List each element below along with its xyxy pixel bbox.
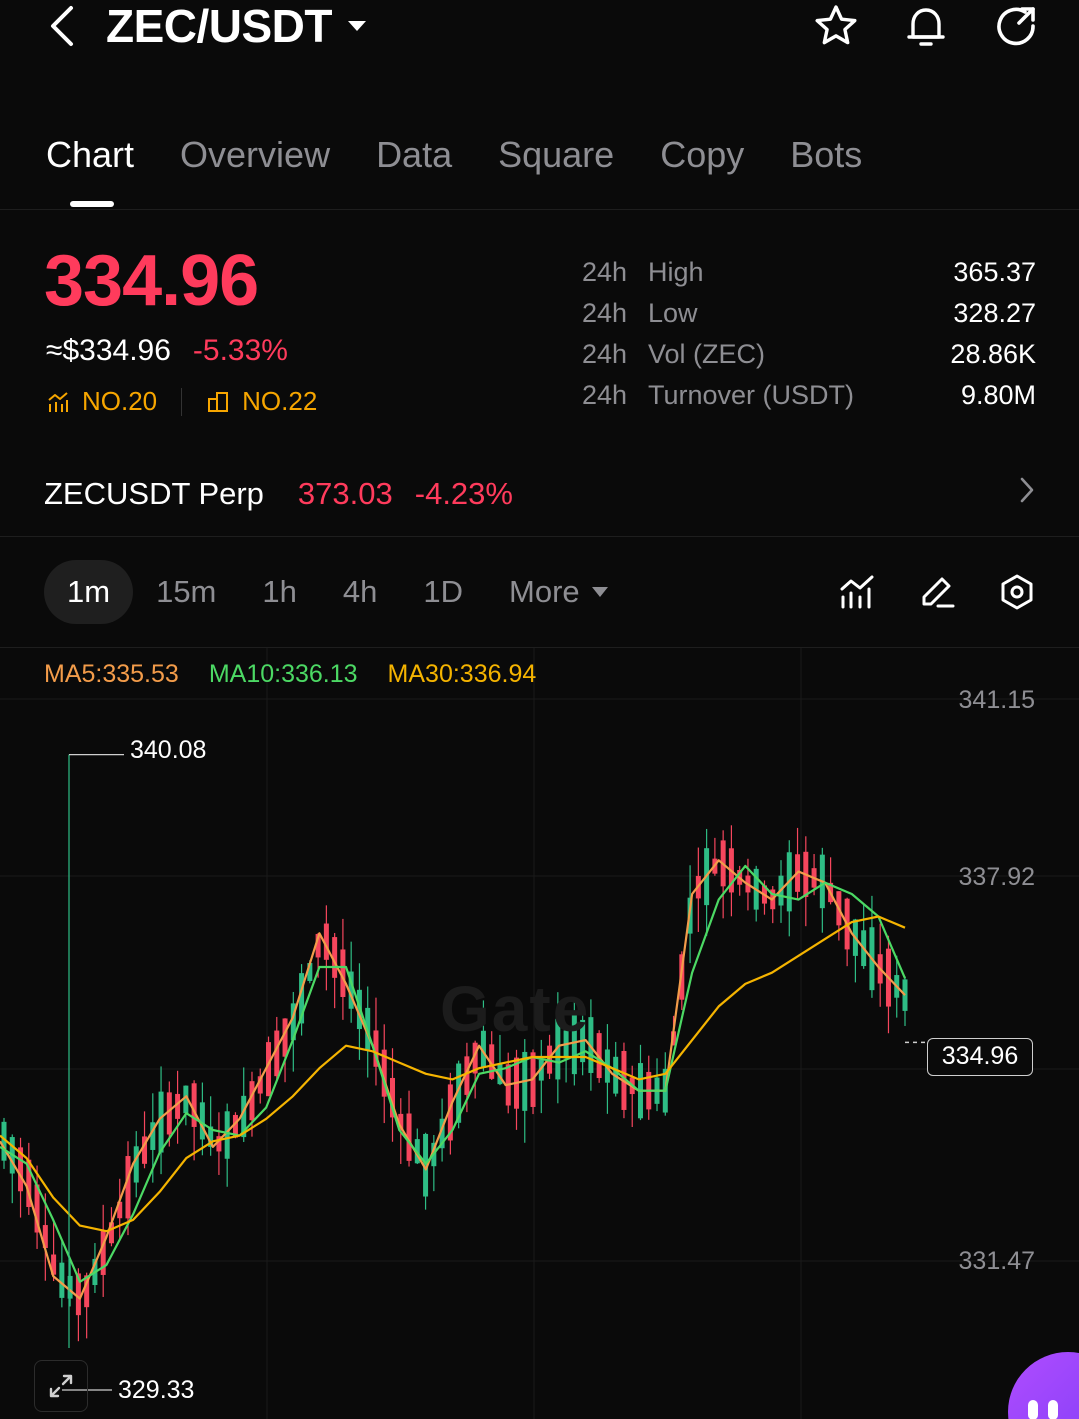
bot-eye-icon xyxy=(1048,1400,1058,1419)
stat-label: Low xyxy=(648,298,698,328)
ma30-value: MA30:336.94 xyxy=(387,660,537,688)
stat-label: Vol (ZEC) xyxy=(648,339,766,369)
share-icon[interactable] xyxy=(993,3,1039,49)
perp-name: ZECUSDT Perp xyxy=(44,476,264,511)
caret-down-icon xyxy=(348,21,366,31)
stat-value: 9.80M xyxy=(960,380,1036,410)
gain-rank[interactable]: NO.20 xyxy=(46,386,157,417)
stat-value: 28.86K xyxy=(950,339,1036,369)
stat-value: 328.27 xyxy=(953,298,1036,328)
y-axis-label: 341.15 xyxy=(958,686,1035,714)
active-tab-indicator xyxy=(70,201,114,207)
volume-rank[interactable]: NO.22 xyxy=(206,386,317,417)
y-axis-label: 331.47 xyxy=(958,1247,1035,1275)
interval-1m[interactable]: 1m xyxy=(44,560,134,624)
tab-chart[interactable]: Chart xyxy=(46,130,134,180)
stat-label: High xyxy=(648,257,704,287)
settings-icon[interactable] xyxy=(995,568,1039,616)
candle-body xyxy=(133,1146,139,1183)
stat-value: 365.37 xyxy=(953,257,1036,287)
volume-rank-label: NO.22 xyxy=(242,386,318,416)
main-tabs: Chart Overview Data Square Copy Bots xyxy=(46,130,862,180)
interval-15m[interactable]: 15m xyxy=(133,560,239,624)
stat-row: 24h Low 328.27 xyxy=(582,293,1036,334)
perp-change: -4.23% xyxy=(414,476,513,511)
bell-icon[interactable] xyxy=(903,3,949,49)
candle-body xyxy=(59,1262,65,1298)
volume-rank-icon xyxy=(208,391,229,412)
divider xyxy=(0,536,1079,537)
candle-body xyxy=(199,1102,205,1140)
chevron-right-icon xyxy=(1018,475,1036,513)
pair-title: ZEC/USDT xyxy=(106,0,333,52)
indicator-icon[interactable] xyxy=(835,568,879,616)
divider xyxy=(0,209,1079,210)
trend-rank-icon xyxy=(48,391,68,412)
interval-selector: 1m 15m 1h 4h 1D More xyxy=(44,560,631,624)
candle-body xyxy=(902,979,908,1011)
price-change-percent: -5.33% xyxy=(192,334,288,367)
divider xyxy=(181,387,183,416)
tab-copy[interactable]: Copy xyxy=(660,130,744,180)
interval-4h[interactable]: 4h xyxy=(320,560,400,624)
y-axis-label: 337.92 xyxy=(958,863,1035,891)
tab-data[interactable]: Data xyxy=(376,130,452,180)
stat-prefix: 24h xyxy=(582,257,628,287)
perp-link-row[interactable]: ZECUSDT Perp 373.03 -4.23% xyxy=(44,472,1036,516)
candle-body xyxy=(67,1275,73,1299)
expand-icon[interactable] xyxy=(34,1360,88,1412)
top-bar: ZEC/USDT xyxy=(0,0,1079,60)
gain-rank-label: NO.20 xyxy=(82,386,158,416)
usd-equivalent: ≈$334.96 xyxy=(46,334,171,367)
perp-price: 373.03 xyxy=(297,476,393,511)
more-label: More xyxy=(509,574,580,609)
stat-prefix: 24h xyxy=(582,380,628,410)
tab-bots[interactable]: Bots xyxy=(790,130,862,180)
stat-row: 24h Vol (ZEC) 28.86K xyxy=(582,334,1036,375)
stat-prefix: 24h xyxy=(582,298,628,328)
stats-panel: 24h High 365.37 24h Low 328.27 24h Vol (… xyxy=(582,252,1036,416)
tab-square[interactable]: Square xyxy=(498,130,614,180)
ma-legend: MA5:335.53 MA10:336.13 MA30:336.94 xyxy=(44,660,536,689)
bot-eye-icon xyxy=(1028,1400,1038,1419)
caret-down-icon xyxy=(591,587,608,597)
pair-selector[interactable]: ZEC/USDT xyxy=(106,0,366,52)
low-marker-label: 329.33 xyxy=(118,1376,195,1404)
ma10-line xyxy=(0,864,907,1283)
star-icon[interactable] xyxy=(813,3,859,49)
interval-more-dropdown[interactable]: More xyxy=(486,560,631,624)
tab-overview[interactable]: Overview xyxy=(180,130,330,180)
stat-row: 24h Turnover (USDT) 9.80M xyxy=(582,375,1036,416)
stat-label: Turnover (USDT) xyxy=(648,380,855,410)
draw-icon[interactable] xyxy=(915,568,959,616)
last-price: 334.96 xyxy=(44,241,259,321)
candle-body xyxy=(158,1091,164,1153)
stat-prefix: 24h xyxy=(582,339,628,369)
stat-row: 24h High 365.37 xyxy=(582,252,1036,293)
watermark-logo: Gate xyxy=(440,973,591,1045)
high-marker-label: 340.08 xyxy=(130,736,207,764)
ma10-value: MA10:336.13 xyxy=(208,660,358,688)
candle-body xyxy=(125,1156,131,1219)
ma5-value: MA5:335.53 xyxy=(44,660,179,688)
interval-1d[interactable]: 1D xyxy=(400,560,486,624)
interval-1h[interactable]: 1h xyxy=(239,560,319,624)
back-chevron-icon[interactable] xyxy=(42,2,82,50)
current-price-tag: 334.96 xyxy=(927,1038,1033,1076)
